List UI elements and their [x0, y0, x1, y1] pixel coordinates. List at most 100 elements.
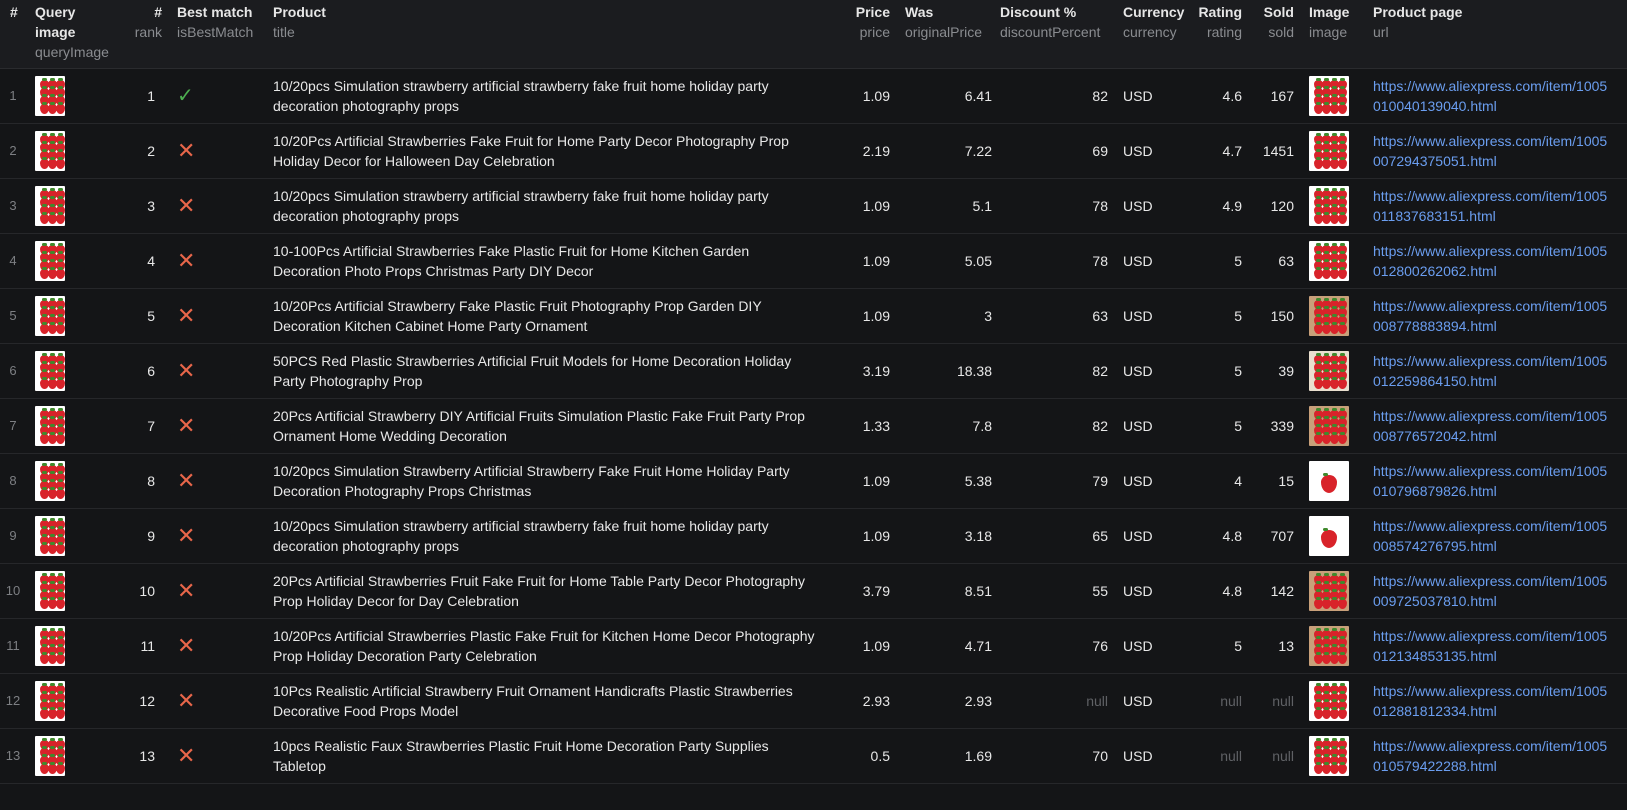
query-image-cell[interactable] [35, 398, 120, 454]
product-page-link-line[interactable]: https://www.aliexpress.com/item/1005 [1373, 516, 1607, 536]
table-row[interactable]: 10 10 ✕ 20Pcs Artificial Strawberries Fruit… [0, 563, 1627, 619]
product-image-cell[interactable] [1309, 508, 1354, 564]
product-page-link[interactable]: https://www.aliexpress.com/item/1005 0128… [1373, 681, 1607, 721]
query-image-cell[interactable] [35, 288, 120, 344]
table-row[interactable]: 2 2 ✕ 10/20Pcs Artificial Strawberries Fake… [0, 123, 1627, 179]
product-page-cell[interactable]: https://www.aliexpress.com/item/1005 0128… [1373, 673, 1623, 729]
product-page-link-line[interactable]: https://www.aliexpress.com/item/1005 [1373, 241, 1607, 261]
product-page-link-line[interactable]: https://www.aliexpress.com/item/1005 [1373, 571, 1607, 591]
product-page-link-line[interactable]: https://www.aliexpress.com/item/1005 [1373, 736, 1607, 756]
product-image-cell[interactable] [1309, 233, 1354, 289]
product-page-cell[interactable]: https://www.aliexpress.com/item/1005 0087… [1373, 398, 1623, 454]
product-image-thumbnail[interactable] [1309, 406, 1349, 446]
product-page-link[interactable]: https://www.aliexpress.com/item/1005 0100… [1373, 76, 1607, 116]
product-page-link[interactable]: https://www.aliexpress.com/item/1005 0118… [1373, 186, 1607, 226]
header-best-match[interactable]: Best match isBestMatch [177, 2, 262, 42]
query-image-thumbnail[interactable] [35, 186, 65, 226]
product-page-cell[interactable]: https://www.aliexpress.com/item/1005 0105… [1373, 728, 1623, 784]
product-page-link[interactable]: https://www.aliexpress.com/item/1005 0105… [1373, 736, 1607, 776]
query-image-cell[interactable] [35, 728, 120, 784]
product-page-link[interactable]: https://www.aliexpress.com/item/1005 0121… [1373, 626, 1607, 666]
table-row[interactable]: 1 1 ✓ 10/20pcs Simulation strawberry artifi… [0, 68, 1627, 124]
query-image-cell[interactable] [35, 123, 120, 179]
product-page-link[interactable]: https://www.aliexpress.com/item/1005 0087… [1373, 296, 1607, 336]
product-page-link-line[interactable]: 012800262062.html [1373, 261, 1607, 281]
product-image-thumbnail[interactable] [1309, 296, 1349, 336]
table-row[interactable]: 5 5 ✕ 10/20Pcs Artificial Strawberry Fake P… [0, 288, 1627, 344]
product-page-cell[interactable]: https://www.aliexpress.com/item/1005 0072… [1373, 123, 1623, 179]
query-image-thumbnail[interactable] [35, 461, 65, 501]
product-page-cell[interactable]: https://www.aliexpress.com/item/1005 0121… [1373, 618, 1623, 674]
table-row[interactable]: 6 6 ✕ 50PCS Red Plastic Strawberries Artifi… [0, 343, 1627, 399]
query-image-thumbnail[interactable] [35, 351, 65, 391]
product-page-link-line[interactable]: https://www.aliexpress.com/item/1005 [1373, 351, 1607, 371]
header-price[interactable]: Price price [842, 2, 890, 42]
query-image-cell[interactable] [35, 673, 120, 729]
query-image-cell[interactable] [35, 178, 120, 234]
query-image-thumbnail[interactable] [35, 571, 65, 611]
header-rating[interactable]: Rating rating [1196, 2, 1242, 42]
product-image-cell[interactable] [1309, 563, 1354, 619]
product-page-link-line[interactable]: 011837683151.html [1373, 206, 1607, 226]
product-page-cell[interactable]: https://www.aliexpress.com/item/1005 0087… [1373, 288, 1623, 344]
product-image-cell[interactable] [1309, 618, 1354, 674]
product-image-cell[interactable] [1309, 398, 1354, 454]
table-row[interactable]: 13 13 ✕ 10pcs Realistic Faux Strawberries P… [0, 728, 1627, 784]
product-page-link-line[interactable]: 010579422288.html [1373, 756, 1607, 776]
product-image-thumbnail[interactable] [1309, 241, 1349, 281]
query-image-thumbnail[interactable] [35, 241, 65, 281]
header-product-page[interactable]: Product page url [1373, 2, 1623, 42]
product-image-thumbnail[interactable] [1309, 76, 1349, 116]
product-page-link[interactable]: https://www.aliexpress.com/item/1005 0128… [1373, 241, 1607, 281]
product-page-cell[interactable]: https://www.aliexpress.com/item/1005 0118… [1373, 178, 1623, 234]
product-page-link-line[interactable]: 012134853135.html [1373, 646, 1607, 666]
query-image-cell[interactable] [35, 453, 120, 509]
product-page-link-line[interactable]: 012881812334.html [1373, 701, 1607, 721]
header-rank[interactable]: # rank [132, 2, 162, 42]
product-image-cell[interactable] [1309, 123, 1354, 179]
query-image-thumbnail[interactable] [35, 736, 65, 776]
header-query-image[interactable]: Query image queryImage [35, 2, 120, 62]
product-page-link-line[interactable]: https://www.aliexpress.com/item/1005 [1373, 186, 1607, 206]
product-image-thumbnail[interactable] [1309, 186, 1349, 226]
product-page-link-line[interactable]: https://www.aliexpress.com/item/1005 [1373, 626, 1607, 646]
product-image-cell[interactable] [1309, 673, 1354, 729]
product-page-cell[interactable]: https://www.aliexpress.com/item/1005 0097… [1373, 563, 1623, 619]
product-image-thumbnail[interactable] [1309, 736, 1349, 776]
product-image-thumbnail[interactable] [1309, 681, 1349, 721]
product-page-link-line[interactable]: https://www.aliexpress.com/item/1005 [1373, 461, 1607, 481]
product-page-link-line[interactable]: https://www.aliexpress.com/item/1005 [1373, 406, 1607, 426]
product-page-link[interactable]: https://www.aliexpress.com/item/1005 0097… [1373, 571, 1607, 611]
product-page-link[interactable]: https://www.aliexpress.com/item/1005 0122… [1373, 351, 1607, 391]
query-image-thumbnail[interactable] [35, 626, 65, 666]
product-image-thumbnail[interactable] [1309, 571, 1349, 611]
table-row[interactable]: 12 12 ✕ 10Pcs Realistic Artificial Strawber… [0, 673, 1627, 729]
query-image-cell[interactable] [35, 563, 120, 619]
product-page-link[interactable]: https://www.aliexpress.com/item/1005 0107… [1373, 461, 1607, 501]
header-discount[interactable]: Discount % discountPercent [1000, 2, 1108, 42]
query-image-thumbnail[interactable] [35, 406, 65, 446]
header-currency[interactable]: Currency currency [1123, 2, 1189, 42]
product-image-cell[interactable] [1309, 728, 1354, 784]
header-sold[interactable]: Sold sold [1258, 2, 1294, 42]
product-page-link-line[interactable]: 009725037810.html [1373, 591, 1607, 611]
product-image-thumbnail[interactable] [1309, 131, 1349, 171]
product-page-link-line[interactable]: https://www.aliexpress.com/item/1005 [1373, 681, 1607, 701]
product-page-cell[interactable]: https://www.aliexpress.com/item/1005 0128… [1373, 233, 1623, 289]
product-page-link-line[interactable]: 008778883894.html [1373, 316, 1607, 336]
product-image-cell[interactable] [1309, 343, 1354, 399]
product-page-link-line[interactable]: https://www.aliexpress.com/item/1005 [1373, 76, 1607, 96]
product-page-cell[interactable]: https://www.aliexpress.com/item/1005 0107… [1373, 453, 1623, 509]
product-image-cell[interactable] [1309, 288, 1354, 344]
product-page-link-line[interactable]: 007294375051.html [1373, 151, 1607, 171]
query-image-thumbnail[interactable] [35, 681, 65, 721]
query-image-cell[interactable] [35, 233, 120, 289]
product-page-link-line[interactable]: 008776572042.html [1373, 426, 1607, 446]
product-page-link-line[interactable]: 010040139040.html [1373, 96, 1607, 116]
table-row[interactable]: 9 9 ✕ 10/20pcs Simulation strawberry artifi… [0, 508, 1627, 564]
product-page-link[interactable]: https://www.aliexpress.com/item/1005 0085… [1373, 516, 1607, 556]
product-page-link[interactable]: https://www.aliexpress.com/item/1005 0072… [1373, 131, 1607, 171]
product-page-link[interactable]: https://www.aliexpress.com/item/1005 0087… [1373, 406, 1607, 446]
table-row[interactable]: 8 8 ✕ 10/20pcs Simulation Strawberry Artifi… [0, 453, 1627, 509]
product-page-link-line[interactable]: 010796879826.html [1373, 481, 1607, 501]
